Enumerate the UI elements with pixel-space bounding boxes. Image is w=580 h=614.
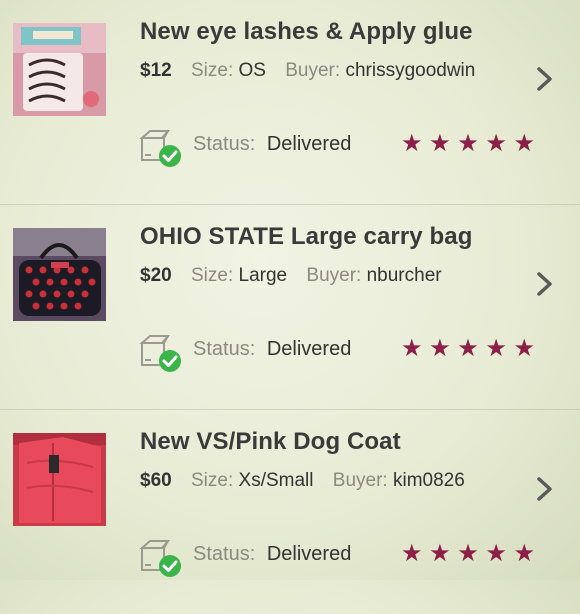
order-row[interactable]: New eye lashes & Apply glue $12 Size: OS… (0, 0, 580, 205)
order-status: Status: Delivered (193, 338, 365, 361)
status-value: Delivered (266, 543, 352, 565)
eyelashes-photo (13, 23, 106, 116)
dog-coat-photo (13, 433, 106, 526)
rating-stars: ★ ★ ★ ★ ★ (401, 130, 535, 158)
star-icon: ★ (429, 540, 451, 567)
star-icon: ★ (457, 335, 479, 362)
chevron-right-icon[interactable] (534, 66, 556, 92)
product-title[interactable]: New eye lashes & Apply glue (140, 18, 473, 46)
order-row[interactable]: OHIO STATE Large carry bag $20 Size: Lar… (0, 205, 580, 410)
order-details: $60 Size: Xs/Small Buyer: kim0826 (140, 470, 479, 492)
buyer-label: Buyer: (285, 60, 341, 81)
package-delivered-icon (139, 130, 181, 167)
order-row[interactable]: New VS/Pink Dog Coat $60 Size: Xs/Small … (0, 410, 580, 614)
product-title[interactable]: OHIO STATE Large carry bag (140, 223, 472, 251)
star-icon: ★ (485, 335, 507, 362)
buyer-label: Buyer: (306, 265, 362, 286)
size-label: Size: (190, 265, 234, 286)
order-details: $20 Size: Large Buyer: nburcher (140, 265, 456, 287)
star-icon: ★ (457, 540, 479, 567)
buyer-label: Buyer: (332, 470, 388, 491)
star-icon: ★ (429, 130, 451, 157)
product-thumbnail-bag[interactable] (13, 228, 106, 321)
status-value: Delivered (266, 338, 352, 360)
package-delivered-icon (139, 335, 181, 372)
star-icon: ★ (401, 130, 423, 157)
product-thumbnail-dog-coat[interactable] (13, 433, 106, 526)
package-delivered-icon (139, 540, 181, 577)
chevron-right-icon[interactable] (534, 476, 556, 502)
buyer-value: nburcher (366, 265, 442, 286)
size-value: Large (238, 265, 288, 286)
order-status: Status: Delivered (193, 543, 365, 566)
chevron-right-icon[interactable] (534, 271, 556, 297)
price: $20 (140, 265, 172, 286)
star-icon: ★ (485, 540, 507, 567)
product-title[interactable]: New VS/Pink Dog Coat (140, 428, 401, 456)
status-label: Status: (193, 543, 256, 565)
star-icon: ★ (429, 335, 451, 362)
price: $12 (140, 60, 172, 81)
star-icon: ★ (513, 540, 535, 567)
rating-stars: ★ ★ ★ ★ ★ (401, 335, 535, 363)
size-value: OS (238, 60, 266, 81)
bag-photo (13, 228, 106, 321)
order-details: $12 Size: OS Buyer: chrissygoodwin (140, 60, 489, 82)
buyer-value: chrissygoodwin (345, 60, 476, 81)
star-icon: ★ (513, 335, 535, 362)
star-icon: ★ (457, 130, 479, 157)
status-value: Delivered (266, 133, 352, 155)
product-thumbnail-eyelashes[interactable] (13, 23, 106, 116)
status-label: Status: (193, 133, 256, 155)
star-icon: ★ (485, 130, 507, 157)
star-icon: ★ (513, 130, 535, 157)
status-label: Status: (193, 338, 256, 360)
buyer-value: kim0826 (392, 470, 465, 491)
price: $60 (140, 470, 172, 491)
rating-stars: ★ ★ ★ ★ ★ (401, 540, 535, 568)
order-status: Status: Delivered (193, 133, 365, 156)
size-value: Xs/Small (238, 470, 314, 491)
star-icon: ★ (401, 540, 423, 567)
star-icon: ★ (401, 335, 423, 362)
size-label: Size: (190, 60, 234, 81)
size-label: Size: (190, 470, 234, 491)
